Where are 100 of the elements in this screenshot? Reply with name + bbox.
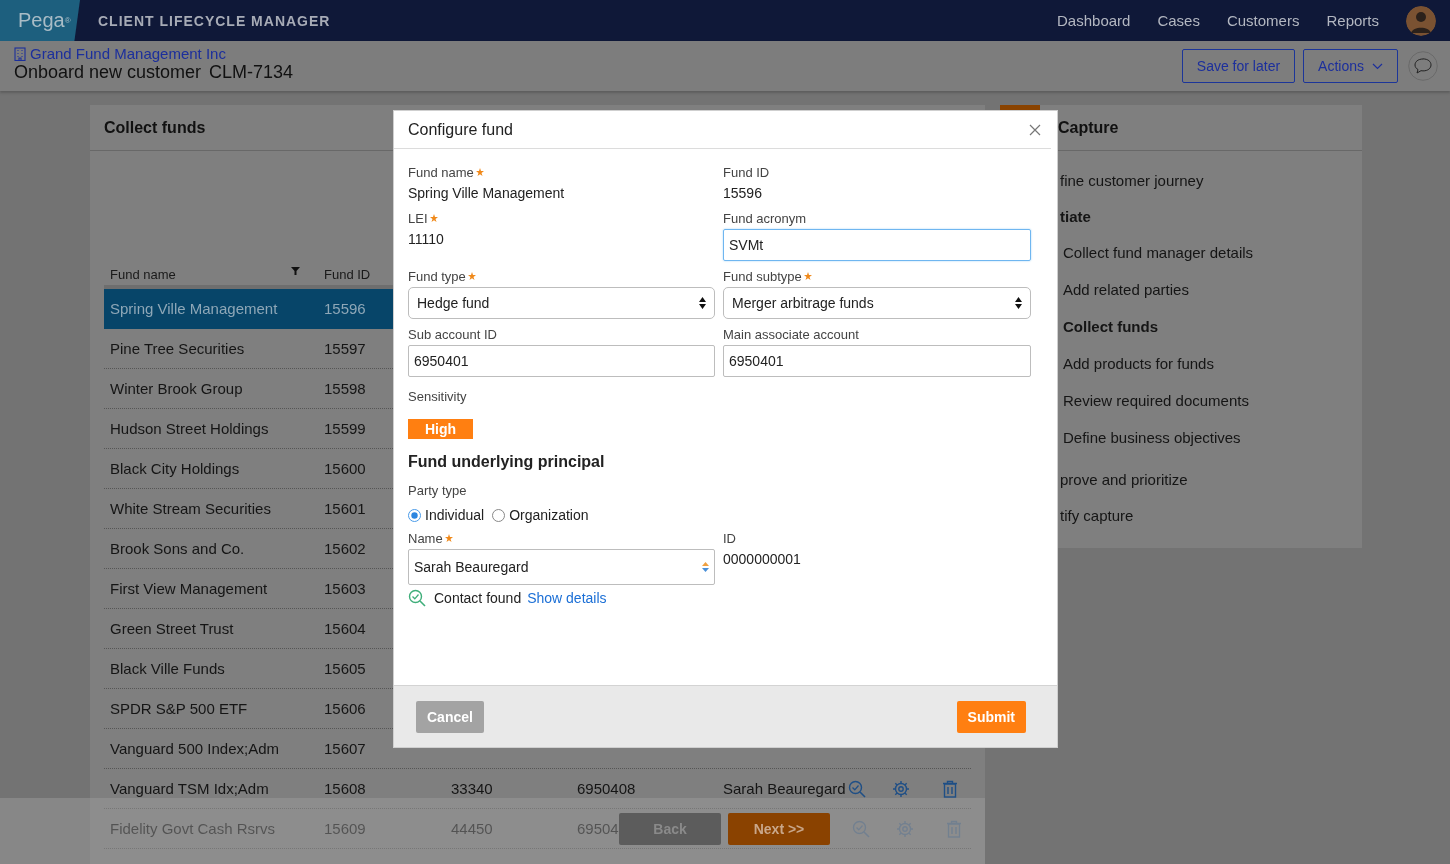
field-label: Main associate account (723, 326, 859, 342)
table-cell: First View Management (110, 580, 268, 597)
step-item[interactable]: Add related parties (1060, 271, 1362, 308)
customer-link[interactable]: Grand Fund Management Inc (30, 45, 226, 62)
input-field[interactable]: SVMt (723, 229, 1031, 261)
step-item[interactable]: Define business objectives (1060, 419, 1362, 456)
nav-link[interactable]: Dashboard (1057, 12, 1131, 29)
table-cell: Vanguard 500 Index;Adm (110, 740, 279, 757)
table-cell: 15603 (324, 580, 366, 597)
stage-tab-edge (1000, 105, 1040, 110)
field-label: Sub account ID (408, 326, 497, 342)
case-type: Onboard new customer (14, 62, 202, 83)
radio-button[interactable] (408, 508, 421, 522)
table-cell: SPDR S&P 500 ETF (110, 700, 248, 717)
table-cell: Spring Ville Management (110, 300, 278, 317)
save-button[interactable]: Save for later (1181, 49, 1296, 83)
nav-link[interactable]: Reports (1326, 12, 1379, 29)
select-field[interactable]: Merger arbitrage funds (723, 287, 1031, 319)
autocomplete-icon (702, 561, 709, 573)
table-cell: 15596 (324, 300, 366, 317)
app-logo[interactable]: Pega$^{®}$ (0, 0, 80, 41)
table-cell: Winter Brook Group (110, 380, 243, 397)
field-label: ID (723, 530, 736, 546)
select-field[interactable]: Hedge fund (408, 287, 715, 319)
submit-button[interactable]: Submit (956, 700, 1026, 733)
table-cell: 15600 (324, 460, 366, 477)
avatar-icon[interactable] (1406, 5, 1436, 36)
step-item[interactable]: Review required documents (1060, 382, 1362, 419)
settings-icon[interactable] (891, 779, 910, 798)
table-cell: 15607 (324, 740, 366, 757)
table-cell: Brook Sons and Co. (110, 540, 245, 557)
table-cell: 15606 (324, 700, 366, 717)
field-value: Spring Ville Management (408, 184, 566, 203)
actions-button[interactable]: Actions (1303, 49, 1398, 83)
select-arrows-icon (1015, 297, 1022, 309)
table-row[interactable]: Vanguard TSM Idx;Adm 15608 33340 6950408 Sarah Beauregard (104, 769, 971, 809)
table-cell: 15602 (324, 540, 366, 557)
sensitivity-badge: High (408, 419, 474, 439)
radio-label[interactable]: Organization (509, 507, 589, 523)
table-cell: 15601 (324, 500, 366, 517)
column-header[interactable]: Fund ID (324, 267, 371, 282)
chat-icon[interactable] (1408, 51, 1438, 81)
table-cell: 69504 (577, 820, 619, 837)
field-label: Fund type (408, 268, 466, 284)
field-value: 11110 (408, 230, 445, 249)
field-label: Fund ID (723, 164, 770, 180)
close-icon[interactable] (1029, 123, 1041, 136)
required-icon (803, 272, 812, 280)
table-cell: 15609 (324, 820, 366, 837)
table-cell: 15597 (324, 340, 366, 357)
table-cell: White Stream Securities (110, 500, 271, 517)
required-icon (467, 272, 476, 280)
search-check-icon[interactable] (408, 589, 426, 607)
stage-item[interactable]: tify capture (1060, 497, 1362, 533)
filter-icon[interactable] (291, 267, 300, 275)
app-title: CLIENT LIFECYCLE MANAGER (98, 12, 331, 29)
table-cell: 15608 (324, 780, 366, 797)
table-cell: 33340 (451, 780, 493, 797)
required-icon (475, 168, 484, 176)
status-text: Contact found (434, 590, 522, 606)
field-label: Sensitivity (408, 388, 467, 404)
field-label: Party type (408, 482, 467, 498)
table-cell: 15604 (324, 620, 366, 637)
stage-item[interactable]: fine customer journey (1060, 162, 1362, 198)
field-label: Fund subtype (723, 268, 802, 284)
step-item[interactable]: Collect fund manager details (1060, 234, 1362, 271)
table-cell: Black Ville Funds (110, 660, 225, 677)
table-cell: 44450 (451, 820, 493, 837)
caret-icon (1372, 62, 1383, 70)
stage-item[interactable]: tiate (1060, 198, 1362, 234)
trash-icon[interactable] (941, 779, 958, 798)
details-link[interactable]: Show details (527, 590, 607, 606)
nav-link[interactable]: Cases (1157, 12, 1200, 29)
dialog-title: Configure fund (408, 120, 513, 139)
table-cell: Hudson Street Holdings (110, 420, 269, 437)
column-header[interactable]: Fund name (110, 267, 176, 282)
field-label: Fund acronym (723, 210, 807, 226)
radio-label[interactable]: Individual (425, 507, 485, 523)
panel-title: Capture (1058, 118, 1119, 137)
radio-button[interactable] (492, 508, 506, 522)
search-check-icon[interactable] (847, 779, 866, 798)
input-field[interactable]: 6950401 (723, 345, 1031, 377)
input-field[interactable]: 6950401 (408, 345, 715, 377)
nav-link[interactable]: Customers (1226, 12, 1300, 29)
step-item[interactable]: Add products for funds (1060, 345, 1362, 382)
table-cell: Green Street Trust (110, 620, 234, 637)
table-cell: Sarah Beauregard (723, 780, 846, 797)
step-item[interactable]: Collect funds (1060, 308, 1362, 345)
stage-item[interactable]: prove and prioritize (1060, 461, 1362, 497)
cancel-button[interactable]: Cancel (416, 700, 484, 733)
table-cell: Fidelity Govt Cash Rsrvs (110, 820, 276, 837)
table-cell: 15605 (324, 660, 366, 677)
input-field[interactable]: Sarah Beauregard (408, 549, 715, 585)
required-icon (444, 534, 453, 542)
table-cell: Black City Holdings (110, 460, 240, 477)
field-value: 15596 (723, 184, 763, 203)
field-label: Name (408, 530, 443, 546)
table-cell: 15599 (324, 420, 366, 437)
field-label: Fund name (408, 164, 474, 180)
next-button[interactable]: Next >> (728, 813, 830, 845)
